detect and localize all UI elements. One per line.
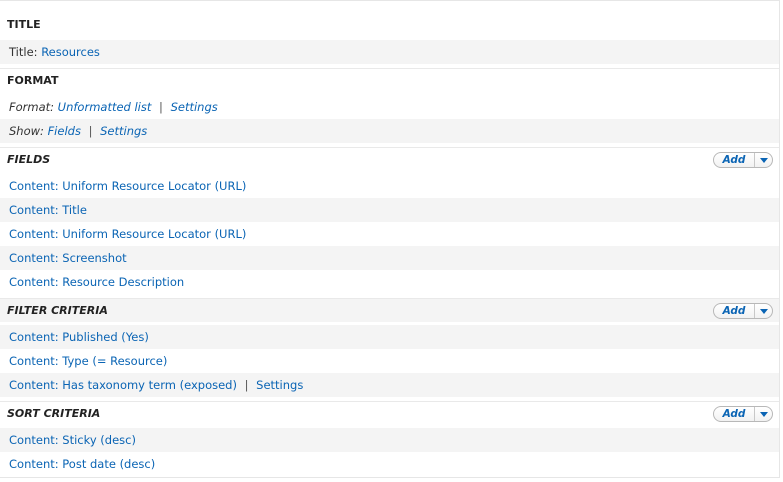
field-link[interactable]: Content: Screenshot (9, 251, 127, 265)
filter-section-heading: FILTER CRITERIA Add (0, 298, 779, 322)
filter-link[interactable]: Content: Has taxonomy term (exposed) (9, 378, 237, 392)
filter-settings-link[interactable]: Settings (256, 378, 303, 392)
add-button-label[interactable]: Add (714, 304, 754, 318)
show-settings-link[interactable]: Settings (100, 124, 147, 138)
sort-item: Content: Sticky (desc) (0, 428, 779, 452)
filter-link[interactable]: Content: Published (Yes) (9, 330, 149, 344)
title-row: Title: Resources (0, 40, 779, 64)
separator: | (244, 378, 249, 392)
field-item: Content: Title (0, 198, 779, 222)
show-value-link[interactable]: Fields (48, 124, 81, 138)
format-row: Format: Unformatted list | Settings (0, 95, 779, 119)
sort-item: Content: Post date (desc) (0, 452, 779, 476)
title-value-link[interactable]: Resources (41, 45, 100, 59)
views-display-panel: TITLE Title: Resources FORMAT Format: Un… (0, 0, 780, 478)
chevron-down-icon[interactable] (755, 308, 772, 314)
filter-add-button[interactable]: Add (713, 303, 773, 319)
format-settings-link[interactable]: Settings (171, 100, 218, 114)
add-button-label[interactable]: Add (714, 407, 754, 421)
title-section-heading: TITLE (7, 18, 41, 31)
filter-item: Content: Has taxonomy term (exposed) | S… (0, 373, 779, 397)
format-label: Format: (9, 100, 55, 114)
filter-item: Content: Published (Yes) (0, 325, 779, 349)
field-link[interactable]: Content: Title (9, 203, 87, 217)
field-link[interactable]: Content: Uniform Resource Locator (URL) (9, 227, 246, 241)
format-section-heading: FORMAT (0, 68, 779, 92)
sort-link[interactable]: Content: Post date (desc) (9, 457, 155, 471)
format-value-link[interactable]: Unformatted list (58, 100, 152, 114)
field-item: Content: Uniform Resource Locator (URL) (0, 222, 779, 246)
sort-link[interactable]: Content: Sticky (desc) (9, 433, 136, 447)
fields-add-button[interactable]: Add (713, 152, 773, 168)
separator: | (88, 124, 93, 138)
field-item: Content: Resource Description (0, 270, 779, 294)
field-link[interactable]: Content: Resource Description (9, 275, 184, 289)
sort-section-heading: SORT CRITERIA Add (0, 401, 779, 425)
field-item: Content: Screenshot (0, 246, 779, 270)
field-link[interactable]: Content: Uniform Resource Locator (URL) (9, 179, 246, 193)
filter-item: Content: Type (= Resource) (0, 349, 779, 373)
chevron-down-icon[interactable] (755, 411, 772, 417)
filter-link[interactable]: Content: Type (= Resource) (9, 354, 167, 368)
show-label: Show: (9, 124, 44, 138)
add-button-label[interactable]: Add (714, 153, 754, 167)
show-row: Show: Fields | Settings (0, 119, 779, 143)
separator: | (159, 100, 163, 114)
title-label: Title: (9, 45, 38, 59)
field-item: Content: Uniform Resource Locator (URL) (0, 174, 779, 198)
sort-add-button[interactable]: Add (713, 406, 773, 422)
chevron-down-icon[interactable] (755, 157, 772, 163)
fields-section-heading: FIELDS Add (0, 147, 779, 171)
